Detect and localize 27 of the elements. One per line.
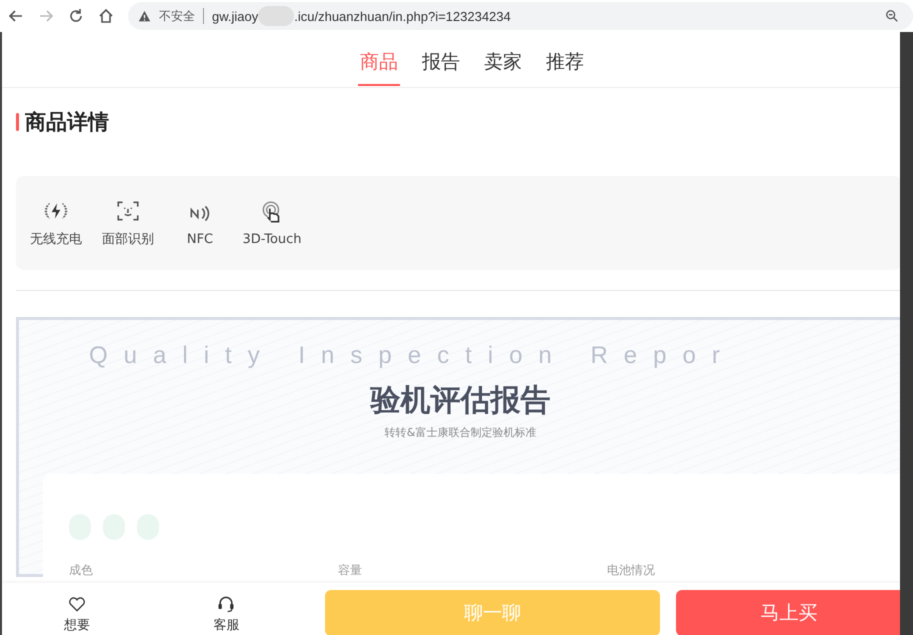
url-text: .icu/zhuanzhuan/in.php?i=123234234: [294, 8, 511, 24]
field-label: 成色: [69, 562, 94, 579]
tab[interactable]: 卖家: [482, 38, 524, 86]
field-label: 容量: [338, 562, 363, 579]
home-icon[interactable]: [98, 8, 114, 24]
address-bar[interactable]: 不安全 gw.jiaoy .icu/zhuanzhuan/in.php?i=123234234: [128, 2, 913, 30]
accent-bar: [16, 113, 19, 131]
security-label: 不安全: [159, 8, 195, 24]
field-label: 电池情况: [607, 562, 656, 579]
reload-icon[interactable]: [68, 8, 84, 24]
tab[interactable]: 推荐: [544, 38, 586, 86]
feature-label: 3D-Touch: [242, 232, 302, 246]
zoom-icon[interactable]: [885, 9, 899, 23]
url-text: gw.jiaoy: [212, 8, 258, 24]
report-subtitle: 转转&富士康联合制定验机标准: [384, 425, 536, 440]
section-title: 商品详情: [25, 109, 109, 136]
back-icon[interactable]: [8, 8, 24, 24]
feature-label: NFC: [186, 232, 214, 246]
tab[interactable]: 报告: [420, 38, 462, 86]
watermark-text: Quality Inspection Repor: [89, 342, 736, 370]
warning-icon: [138, 10, 151, 22]
feature-label: 面部识别: [102, 231, 154, 248]
headset-icon: [216, 594, 236, 614]
action-button[interactable]: 想要: [2, 584, 152, 634]
report-title: 验机评估报告: [370, 382, 550, 420]
action-button[interactable]: 客服: [152, 584, 301, 634]
feature-label: 无线充电: [30, 231, 82, 248]
